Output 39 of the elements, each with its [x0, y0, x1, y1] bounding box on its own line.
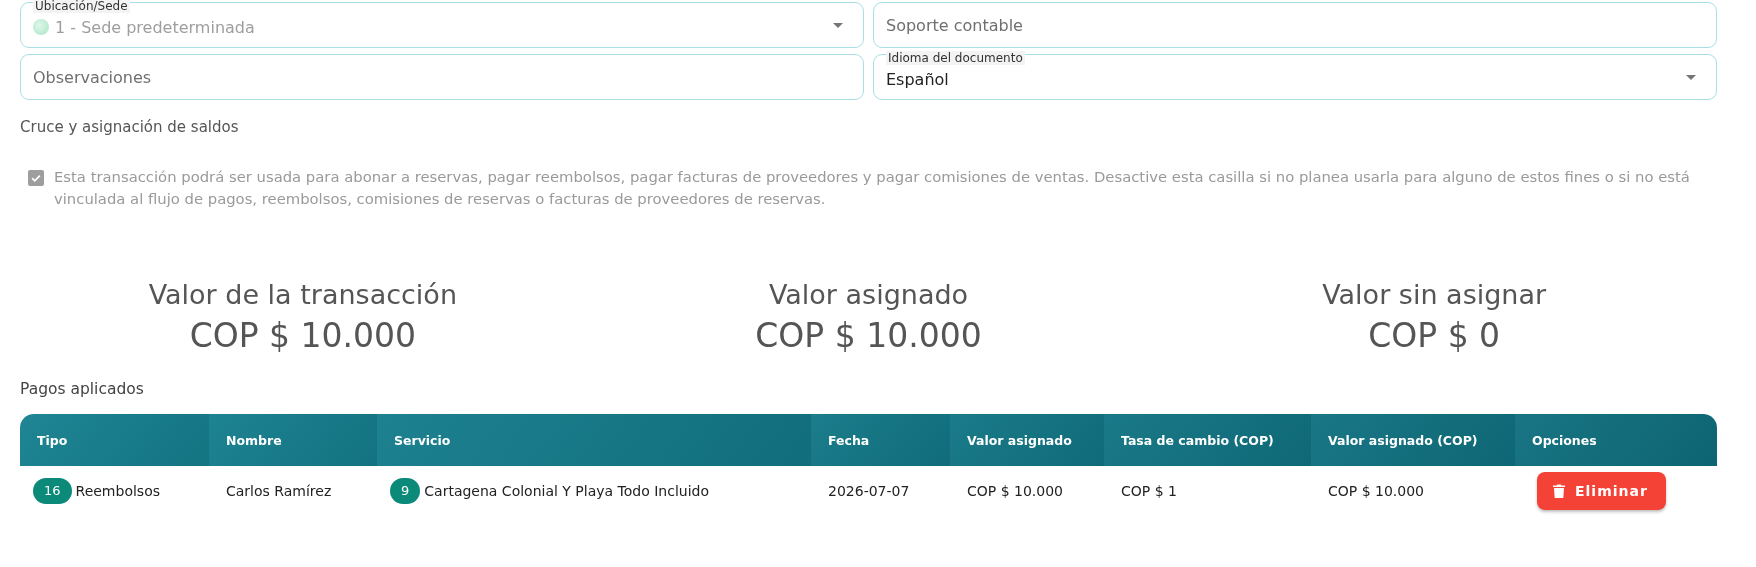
column-header: Opciones [1515, 414, 1717, 466]
select-field[interactable]: Ubicación/Sede 1 - Sede predeterminada [20, 2, 864, 48]
section-title: Cruce y asignación de saldos [20, 118, 240, 136]
column-header: Valor asignado (COP) [1311, 414, 1515, 466]
select-field[interactable]: Idioma del documento Español [873, 54, 1717, 100]
column-header: Fecha [811, 414, 950, 466]
column-header: Servicio [377, 414, 811, 466]
summary-label: Valor sin asignar [1321, 278, 1548, 312]
table-cell: COP $ 1 [1104, 466, 1311, 516]
summary-value: COP $ 10.000 [188, 315, 417, 357]
column-header: Nombre [209, 414, 377, 466]
summary-value: COP $ 10.000 [754, 315, 983, 357]
table-cell: 2026-07-07 [811, 466, 950, 516]
column-header: Valor asignado [950, 414, 1104, 466]
section-title: Pagos aplicados [20, 380, 145, 398]
input-field[interactable]: Observaciones [20, 54, 864, 100]
summary-value: COP $ 0 [1367, 315, 1502, 357]
summary-label: Valor asignado [767, 278, 970, 312]
status-dot-icon [33, 19, 49, 35]
trash-icon [1553, 484, 1565, 498]
table-cell: COP $ 10.000 [1311, 466, 1515, 516]
caret-icon [833, 22, 843, 28]
summary-label: Valor de la transacción [147, 278, 458, 312]
type-text: Reembolsos [75, 483, 160, 499]
delete-button[interactable]: Eliminar [1537, 472, 1666, 510]
field-value: Español [886, 68, 950, 89]
field-label: Idioma del documento [886, 51, 1025, 65]
column-header: Tipo [20, 414, 209, 466]
service-text: Cartagena Colonial Y Playa Todo Incluido [424, 483, 709, 499]
table-cell: COP $ 10.000 [950, 466, 1104, 516]
checkbox-label: Esta transacción podrá ser usada para abonar a reservas, pagar reembolsos, pagar facturas de proveedores y pagar comisiones de ventas. Desactive esta casilla si no planea usarla para alguno de estos fines o si no está vinculada al flujo de pagos, reembolsos, comisiones de reservas o facturas de proveedores de reservas. [54, 167, 1691, 209]
field-placeholder: 1 - Sede predeterminada [55, 16, 256, 37]
input-field[interactable]: Soporte contable [873, 2, 1717, 48]
column-header: Tasa de cambio (COP) [1104, 414, 1311, 466]
table-cell: Carlos Ramírez [209, 466, 377, 516]
count-badge: 16 [33, 478, 72, 504]
field-label: Ubicación/Sede [33, 0, 130, 13]
caret-icon [1686, 74, 1696, 80]
count-badge: 9 [390, 478, 421, 504]
